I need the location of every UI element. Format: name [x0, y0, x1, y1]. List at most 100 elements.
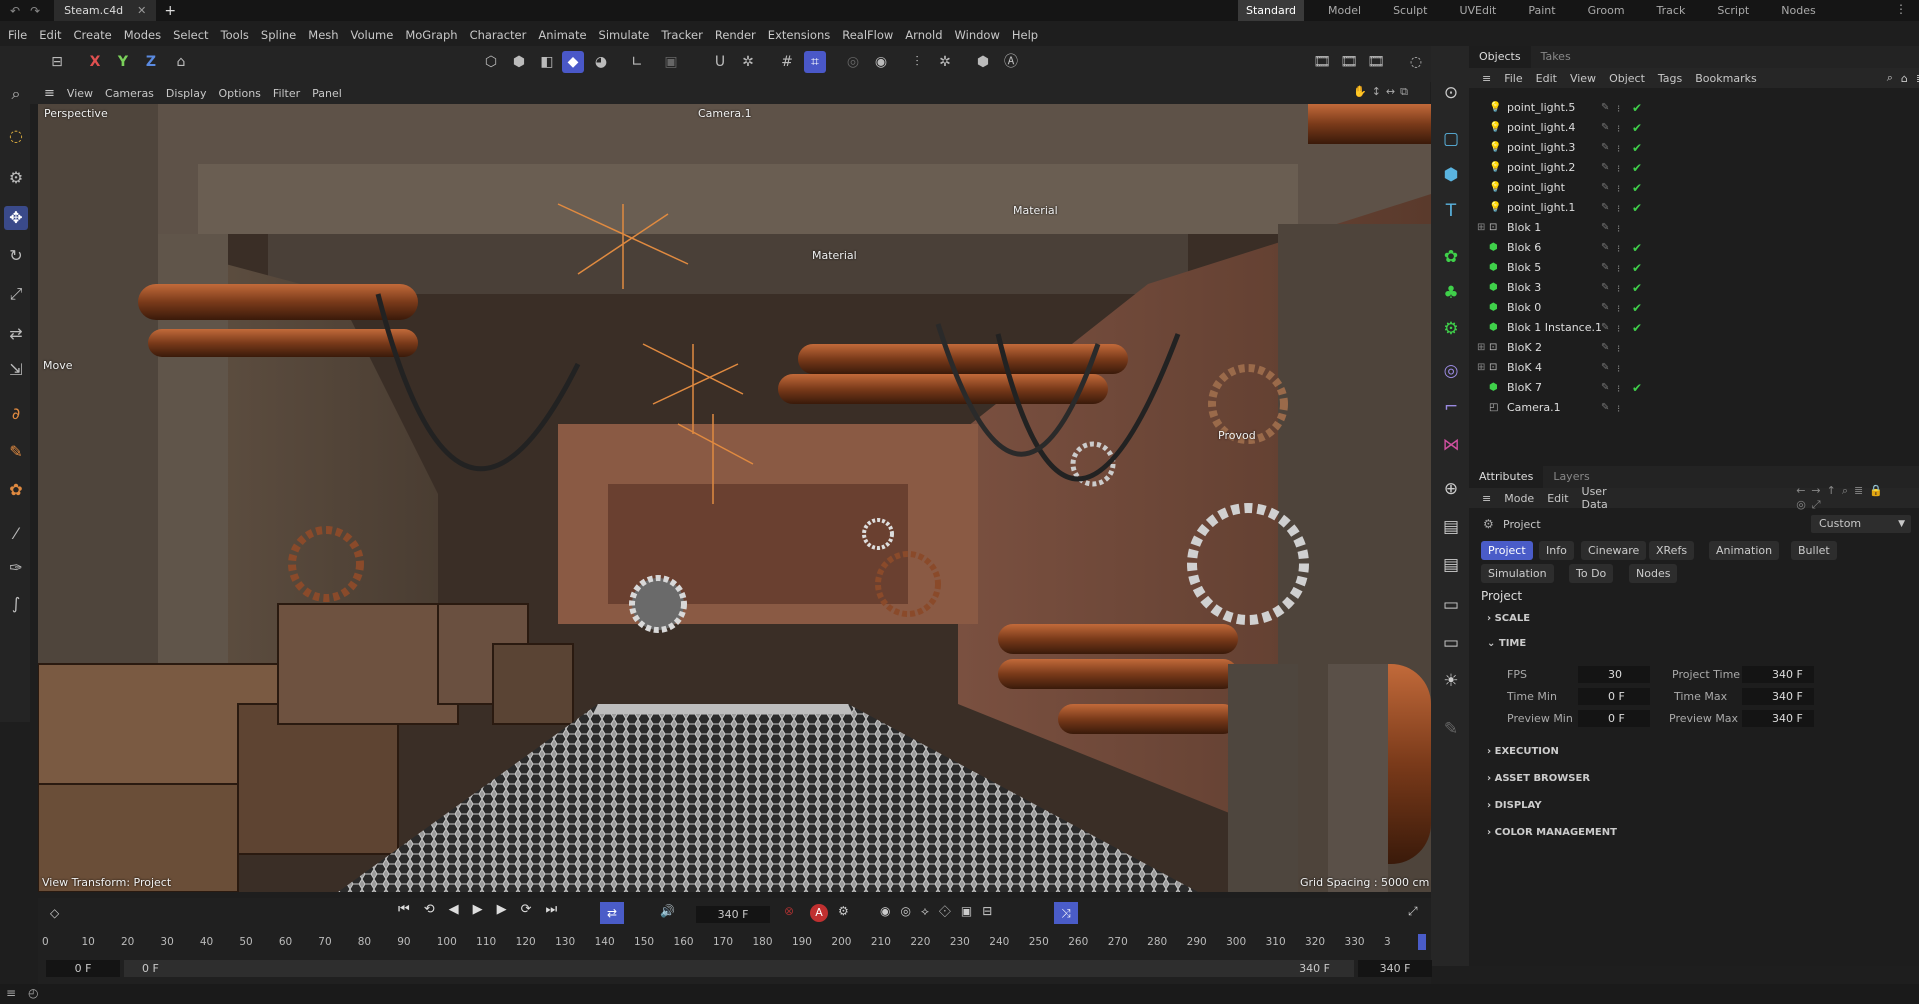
field-icon[interactable]: ◎	[1438, 358, 1464, 384]
object-row[interactable]: ⬢ Blok 3 ⁝ ✎ ✔	[1469, 278, 1919, 298]
menu-simulate[interactable]: Simulate	[599, 25, 650, 45]
material-label-1[interactable]: Material	[812, 249, 857, 262]
object-row[interactable]: 💡 point_light ⁝ ✎ ✔	[1469, 178, 1919, 198]
edit-tag-icon[interactable]: ✎	[1601, 118, 1609, 138]
visibility-toggle[interactable]: ⁝	[1617, 280, 1620, 300]
redo-icon[interactable]: ↷	[30, 4, 40, 18]
render-settings-icon[interactable]: 🎞	[1365, 51, 1387, 73]
object-row[interactable]: ⊞ ⊡ BloK 4 ⁝ ✎	[1469, 358, 1919, 378]
symmetry-settings-icon[interactable]: ✲	[934, 51, 956, 73]
menu-volume[interactable]: Volume	[351, 25, 394, 45]
home-icon[interactable]: ⌂	[1901, 72, 1908, 85]
section-display[interactable]: › DISPLAY	[1487, 800, 1542, 811]
edit-tag-icon[interactable]: ✎	[1601, 178, 1609, 198]
object-row[interactable]: 💡 point_light.3 ⁝ ✎ ✔	[1469, 138, 1919, 158]
menu-tools[interactable]: Tools	[221, 25, 249, 45]
edit-tag-icon[interactable]: ✎	[1601, 198, 1609, 218]
btn-info[interactable]: Info	[1539, 541, 1574, 560]
visibility-toggle[interactable]: ⁝	[1617, 160, 1620, 180]
arnold-icon[interactable]: Ⓐ	[1000, 51, 1022, 73]
menu-realflow[interactable]: RealFlow	[842, 25, 893, 45]
edit-tag-icon[interactable]: ✎	[1601, 218, 1609, 238]
rotate-tool-icon[interactable]: ↻	[4, 244, 28, 268]
model-mode-icon[interactable]: ◆	[562, 51, 584, 73]
section-asset-browser[interactable]: › ASSET BROWSER	[1487, 773, 1590, 784]
search-icon[interactable]: ⌕	[4, 82, 28, 106]
undo-icon[interactable]: ↶	[10, 4, 20, 18]
edit-tag-icon[interactable]: ✎	[1601, 98, 1609, 118]
edit-tag-icon[interactable]: ✎	[1601, 398, 1609, 418]
snap-enabled-icon[interactable]: ⌗	[804, 51, 826, 73]
menu-mograph[interactable]: MoGraph	[405, 25, 457, 45]
light-icon[interactable]: ☀	[1438, 668, 1464, 694]
enabled-check-icon[interactable]: ✔	[1632, 302, 1642, 314]
object-row[interactable]: ⊞ ⊡ Blok 1 ⁝ ✎	[1469, 218, 1919, 238]
menu-modes[interactable]: Modes	[124, 25, 161, 45]
vp-menu-options[interactable]: Options	[218, 87, 260, 100]
next-frame-icon[interactable]: ▶	[497, 902, 521, 917]
scale-tool-icon[interactable]: ⤢	[4, 282, 28, 306]
btn-xrefs[interactable]: XRefs	[1649, 541, 1695, 560]
vp-menu-cameras[interactable]: Cameras	[105, 87, 154, 100]
axis-mode-icon[interactable]: ∟	[626, 51, 648, 73]
edit-tag-icon[interactable]: ✎	[1601, 338, 1609, 358]
menu-edit[interactable]: Edit	[39, 25, 61, 45]
viewport-nav-icons[interactable]: ✋↕↔⧉	[1353, 85, 1413, 99]
edit-tag-icon[interactable]: ✎	[1601, 258, 1609, 278]
camera-object-icon[interactable]: ⊙	[1438, 80, 1464, 106]
deformer-icon[interactable]: ⚙	[1438, 316, 1464, 342]
hexagon-tool-icon[interactable]: ⬢	[972, 51, 994, 73]
coordinate-system-icon[interactable]: ⊟	[46, 51, 68, 73]
layout-tab-script[interactable]: Script	[1717, 0, 1749, 21]
y-axis-toggle[interactable]: Y	[112, 51, 134, 73]
status-menu-icon[interactable]: ≡	[6, 986, 16, 1000]
spline-icon[interactable]: ∫	[4, 592, 28, 616]
visibility-toggle[interactable]: ⁝	[1617, 320, 1620, 340]
obj-menu-tags[interactable]: Tags	[1658, 72, 1682, 85]
keyframe-icon[interactable]: ◇	[50, 906, 59, 920]
visibility-toggle[interactable]: ⁝	[1617, 140, 1620, 160]
menu-file[interactable]: File	[8, 25, 27, 45]
attr-menu-edit[interactable]: Edit	[1547, 492, 1568, 505]
layout-tab-model[interactable]: Model	[1328, 0, 1361, 21]
fps-field[interactable]: 30	[1578, 666, 1650, 683]
provod-label[interactable]: Provod	[1218, 429, 1256, 442]
preset-dropdown[interactable]: Custom ▼	[1811, 515, 1911, 533]
enabled-check-icon[interactable]: ✔	[1632, 102, 1642, 114]
magnet-icon[interactable]: U	[709, 51, 731, 73]
vp-menu-view[interactable]: View	[67, 87, 93, 100]
object-row[interactable]: ⬢ Blok 5 ⁝ ✎ ✔	[1469, 258, 1919, 278]
symmetry-icon[interactable]: ⫶	[906, 51, 928, 73]
timeline-ruler[interactable]: 0 10 20 30 40 50 60 70 80 90 100 110 120 130 140 150 160…	[38, 932, 1431, 954]
menu-character[interactable]: Character	[470, 25, 527, 45]
attr-menu-mode[interactable]: Mode	[1504, 492, 1534, 505]
key-toggle-icon[interactable]: ◉◎⟡⟐▣⊟	[880, 904, 1002, 919]
layout-tab-sculpt[interactable]: Sculpt	[1393, 0, 1427, 21]
knife-icon[interactable]: ✎	[4, 440, 28, 464]
time-max-field[interactable]: 340 F	[1742, 688, 1814, 705]
hamburger-icon[interactable]: ≡	[44, 86, 55, 101]
preview-max-field[interactable]: 340 F	[1742, 710, 1814, 727]
enabled-check-icon[interactable]: ✔	[1632, 242, 1642, 254]
range-bar[interactable]: 0 F 340 F	[124, 960, 1354, 977]
enabled-check-icon[interactable]: ✔	[1632, 182, 1642, 194]
cloner-icon[interactable]: ♣	[1438, 280, 1464, 306]
tweak-icon[interactable]: ⚙	[4, 166, 28, 190]
texture-mode-icon[interactable]: ◕	[590, 51, 612, 73]
enabled-check-icon[interactable]: ✔	[1632, 122, 1642, 134]
time-min-field[interactable]: 0 F	[1578, 688, 1650, 705]
expand-icon[interactable]: ⊞	[1477, 358, 1485, 378]
workplane-icon[interactable]: ◉	[870, 51, 892, 73]
points-mode-icon[interactable]: ⬡	[480, 51, 502, 73]
render-region-icon[interactable]: ▤	[1438, 514, 1464, 540]
btn-cineware[interactable]: Cineware	[1581, 541, 1647, 560]
btn-bullet[interactable]: Bullet	[1791, 541, 1837, 560]
btn-todo[interactable]: To Do	[1569, 564, 1614, 583]
visibility-toggle[interactable]: ⁝	[1617, 220, 1620, 240]
object-row[interactable]: 💡 point_light.2 ⁝ ✎ ✔	[1469, 158, 1919, 178]
expand-icon[interactable]: ⊞	[1477, 338, 1485, 358]
camera-record-icon[interactable]: ▭	[1438, 592, 1464, 618]
go-start-icon[interactable]: ⏮	[398, 902, 424, 917]
playhead-marker[interactable]	[1418, 934, 1426, 950]
tracker-icon[interactable]: ⋈	[1438, 432, 1464, 458]
